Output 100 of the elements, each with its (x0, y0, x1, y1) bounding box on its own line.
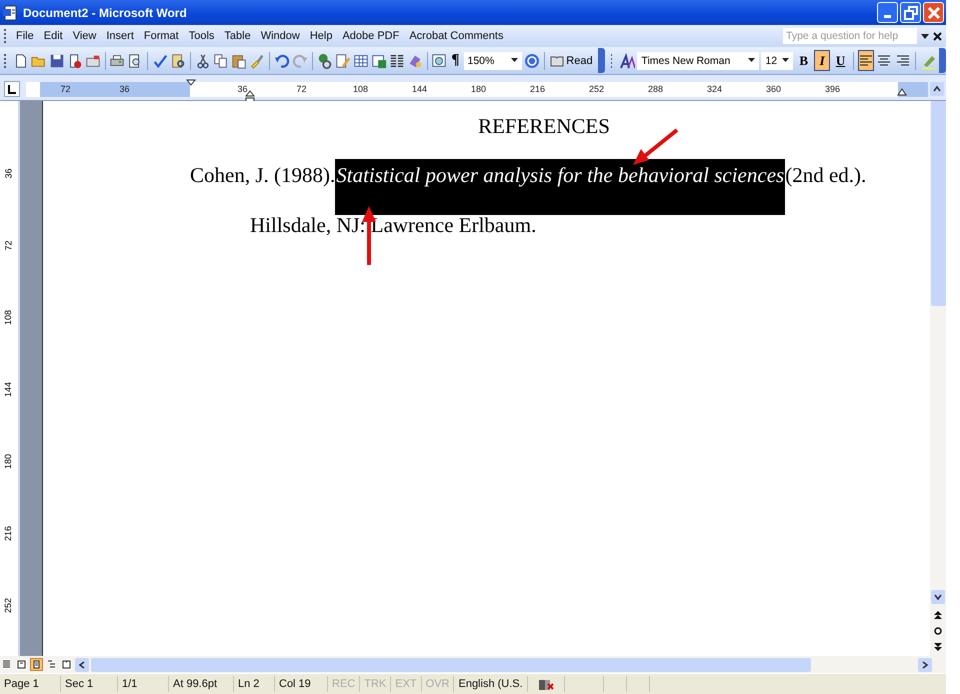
left-align-icon (858, 54, 873, 66)
status-item: OVR (422, 676, 454, 692)
ruler-number: 144 (2, 382, 14, 398)
ruler-number: 396 (824, 84, 840, 94)
close-icon (926, 6, 940, 20)
font-size-dropdown[interactable]: 12 (761, 52, 794, 70)
align-button[interactable] (858, 50, 874, 71)
menu-item[interactable]: View (68, 30, 102, 42)
status-item: Col 19 (275, 676, 328, 692)
status-item: At 99.6pt (169, 676, 234, 692)
save-icon[interactable] (48, 52, 65, 68)
normal-view-icon (2, 660, 11, 669)
spelling-icon[interactable] (152, 52, 168, 68)
ruler-number: 288 (648, 84, 664, 94)
email-icon[interactable] (84, 52, 101, 68)
ruler-number: 108 (2, 310, 14, 326)
close-button[interactable] (923, 2, 944, 23)
dropdown-arrow-icon[interactable] (748, 58, 756, 63)
browse-object-icon[interactable] (933, 626, 943, 636)
menu-item[interactable]: Format (138, 30, 184, 42)
format-button[interactable]: I (814, 50, 830, 71)
menu-item[interactable]: Acrobat Comments (404, 30, 508, 42)
view-button[interactable] (15, 658, 28, 671)
columns-icon[interactable] (388, 52, 405, 68)
menu-item[interactable]: Edit (38, 30, 68, 42)
menu-item[interactable]: Tools (184, 30, 220, 42)
next-page-icon[interactable] (933, 642, 943, 652)
copy-icon[interactable] (213, 52, 229, 68)
print-view-icon (32, 660, 41, 669)
research-icon[interactable] (170, 52, 186, 68)
minimize-icon (884, 15, 891, 18)
formatting-marks-button[interactable]: ¶ (451, 52, 460, 69)
styles-icon[interactable] (619, 52, 636, 68)
scroll-thumb[interactable] (91, 658, 811, 672)
status-item: TRK (360, 676, 392, 692)
status-item: EXT (391, 676, 422, 692)
ruler-number: 36 (237, 84, 248, 94)
status-item: REC (328, 676, 360, 692)
menu-item[interactable]: Adobe PDF (337, 30, 404, 42)
dropdown-arrow-icon[interactable] (510, 58, 518, 63)
book-icon (538, 678, 554, 690)
ruler-number: 36 (119, 84, 130, 94)
ruler-number: 180 (2, 454, 14, 470)
paste-icon[interactable] (231, 52, 247, 68)
format-button[interactable]: B (795, 50, 812, 71)
dropdown-arrow-icon[interactable] (921, 32, 929, 40)
close-icon[interactable] (933, 32, 942, 40)
read-button[interactable]: Read (548, 54, 595, 66)
web-view-icon (17, 660, 26, 669)
table-icon[interactable] (352, 52, 369, 68)
ruler-number: 216 (2, 526, 14, 542)
menu-item[interactable]: Help (304, 30, 338, 42)
scroll-up-button[interactable] (930, 82, 944, 96)
print-icon[interactable] (109, 52, 126, 68)
cut-icon[interactable] (195, 52, 211, 68)
restore-button[interactable] (900, 2, 921, 23)
ruler-number: 72 (60, 84, 70, 94)
view-button[interactable] (60, 658, 73, 671)
font-dropdown[interactable]: Times New Roman (637, 52, 760, 70)
ruler-number: 144 (412, 84, 428, 94)
center-align-icon (877, 54, 892, 66)
help-icon[interactable] (524, 52, 540, 68)
pencil-icon[interactable] (334, 52, 351, 68)
tab-selector-button[interactable] (4, 81, 20, 97)
globe-icon[interactable] (316, 52, 333, 68)
ruler-number: 180 (470, 84, 486, 94)
dropdown-arrow-icon[interactable] (782, 58, 790, 63)
help-search-field[interactable]: Type a question for help (783, 28, 917, 44)
document-icon (3, 4, 19, 20)
ruler-number: 36 (2, 168, 14, 178)
vertical-scrollbar[interactable] (930, 101, 946, 656)
view-button[interactable] (30, 658, 43, 671)
ruler-number: 72 (2, 240, 14, 250)
scroll-thumb[interactable] (930, 101, 946, 306)
toolbar-options-button[interactable] (938, 48, 946, 73)
document-map-icon[interactable] (431, 52, 448, 68)
spreadsheet-icon[interactable] (370, 52, 387, 68)
status-item: Ln 2 (234, 676, 275, 692)
format-button[interactable]: U (832, 50, 849, 71)
menu-item[interactable]: Table (219, 30, 256, 42)
menu-item[interactable]: Insert (101, 30, 139, 42)
brush-icon[interactable] (249, 52, 265, 68)
hanging-indent-icon[interactable] (245, 90, 255, 100)
right-align-icon (896, 54, 910, 66)
toolbar-options-button[interactable] (598, 48, 605, 73)
zoom-dropdown[interactable]: 150% (464, 52, 522, 70)
scroll-left-button[interactable] (75, 658, 89, 672)
ruler-number: 252 (2, 598, 14, 614)
menu-item[interactable]: File (11, 30, 39, 42)
undo-icon[interactable] (274, 52, 290, 68)
window-title: Document2 - Microsoft Word (23, 6, 187, 20)
book-icon (550, 54, 564, 66)
scroll-down-button[interactable] (931, 590, 945, 604)
outline-view-icon (47, 660, 56, 669)
menu-item[interactable]: Window (256, 30, 305, 42)
right-indent-icon[interactable] (897, 88, 907, 96)
previous-page-icon[interactable] (933, 610, 943, 620)
minimize-button[interactable] (877, 2, 898, 23)
status-item: Page 1 (0, 676, 61, 692)
scroll-right-button[interactable] (918, 658, 932, 672)
